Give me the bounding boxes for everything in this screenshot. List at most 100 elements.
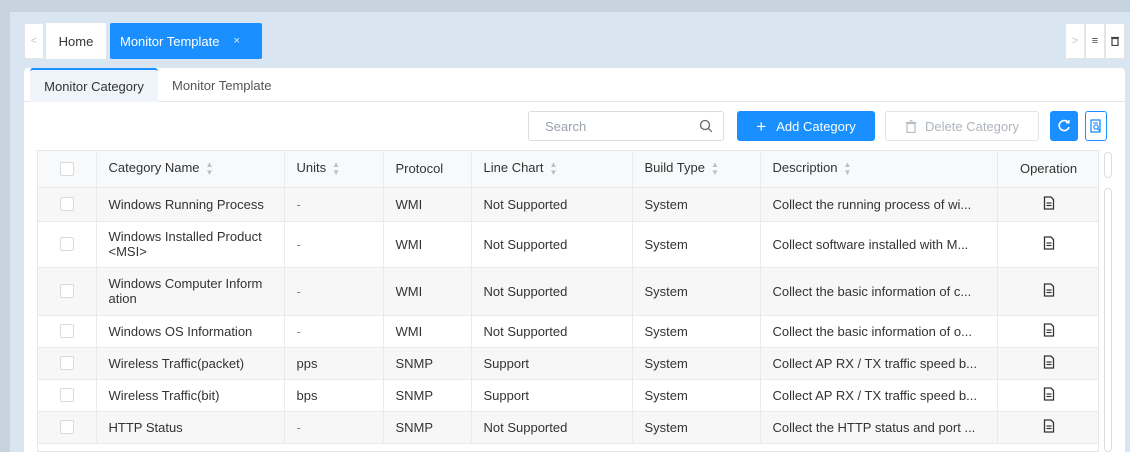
- refresh-button[interactable]: [1050, 111, 1078, 141]
- build-type-cell: System: [632, 315, 761, 348]
- build-type-cell: System: [632, 221, 761, 268]
- protocol-cell: SNMP: [383, 411, 472, 444]
- operation-cell: [997, 221, 1098, 268]
- document-icon[interactable]: [1043, 354, 1055, 369]
- line-chart-cell: Support: [471, 347, 633, 380]
- operation-cell: [997, 315, 1098, 348]
- column-header-operation: Operation: [997, 151, 1098, 188]
- search-input[interactable]: [539, 118, 689, 134]
- units-cell: -: [284, 267, 384, 316]
- operation-cell: [997, 347, 1098, 380]
- tab-home[interactable]: Home: [46, 23, 106, 59]
- operation-cell: [997, 379, 1098, 412]
- delete-category-button[interactable]: Delete Category: [885, 111, 1039, 141]
- row-checkbox[interactable]: [59, 388, 74, 402]
- subtab-monitor-category[interactable]: Monitor Category: [30, 68, 158, 102]
- row-checkbox-cell: [38, 379, 97, 412]
- line-chart-cell: Not Supported: [471, 315, 633, 348]
- delete-category-label: Delete Category: [925, 118, 1019, 134]
- table-row[interactable]: Windows OS Information - WMI Not Supported S…: [38, 315, 1098, 348]
- search-icon[interactable]: [699, 119, 713, 133]
- column-header-category-name[interactable]: Category Name ▲ ▼: [96, 151, 285, 188]
- units-cell: -: [284, 187, 384, 222]
- table-header-row: Category Name ▲ ▼ Units ▲ ▼ Protocol Line Ch…: [38, 151, 1098, 188]
- row-checkbox[interactable]: [59, 356, 74, 370]
- tab-controls: > ≡: [1065, 23, 1125, 59]
- tab-menu-button[interactable]: ≡: [1085, 23, 1105, 59]
- table-scrollbar[interactable]: [1104, 152, 1112, 452]
- scrollbar-top[interactable]: [1104, 152, 1112, 178]
- tab-scroll-left-button[interactable]: <: [24, 23, 44, 59]
- select-all-checkbox[interactable]: [59, 161, 74, 176]
- sort-icon[interactable]: ▲ ▼: [844, 161, 852, 177]
- build-type-cell: System: [632, 411, 761, 444]
- document-icon[interactable]: [1043, 235, 1055, 250]
- search-box[interactable]: [528, 111, 724, 141]
- category-name-cell: Wireless Traffic(bit): [96, 379, 285, 412]
- column-header-description[interactable]: Description ▲ ▼: [760, 151, 998, 188]
- row-checkbox-cell: [38, 267, 97, 316]
- row-checkbox[interactable]: [59, 420, 74, 434]
- protocol-cell: WMI: [383, 267, 472, 316]
- description-cell: Collect the running process of wi...: [760, 187, 998, 222]
- table-row[interactable]: Wireless Traffic(bit) bps SNMP Support Syste…: [38, 379, 1098, 412]
- sort-icon[interactable]: ▲ ▼: [332, 161, 340, 177]
- tab-monitor-template[interactable]: Monitor Template ×: [110, 23, 262, 59]
- tab-scroll-right-button[interactable]: >: [1065, 23, 1085, 59]
- protocol-cell: SNMP: [383, 379, 472, 412]
- column-header-units[interactable]: Units ▲ ▼: [284, 151, 384, 188]
- sort-icon[interactable]: ▲ ▼: [206, 161, 214, 177]
- document-icon[interactable]: [1043, 418, 1055, 433]
- table-row[interactable]: Windows Installed Product <MSI> - WMI Not S…: [38, 221, 1098, 268]
- scrollbar-thumb[interactable]: [1104, 188, 1112, 452]
- export-button[interactable]: [1085, 111, 1107, 141]
- row-checkbox[interactable]: [59, 237, 74, 251]
- sub-tab-bar: Monitor Category Monitor Template: [24, 68, 1125, 102]
- add-category-label: Add Category: [776, 118, 856, 134]
- row-checkbox-cell: [38, 315, 97, 348]
- document-icon[interactable]: [1043, 386, 1055, 401]
- units-cell: -: [284, 411, 384, 444]
- plus-icon: +: [756, 116, 767, 136]
- window-frame-top: [0, 0, 1130, 12]
- column-header-protocol: Protocol: [383, 151, 472, 188]
- description-cell: Collect the basic information of o...: [760, 315, 998, 348]
- operation-cell: [997, 267, 1098, 316]
- category-name-cell: Windows Installed Product <MSI>: [96, 221, 285, 268]
- document-icon[interactable]: [1043, 282, 1055, 297]
- row-checkbox[interactable]: [59, 324, 74, 338]
- category-name-cell: Wireless Traffic(packet): [96, 347, 285, 380]
- description-cell: Collect the basic information of c...: [760, 267, 998, 316]
- subtab-monitor-template[interactable]: Monitor Template: [172, 68, 271, 102]
- build-type-cell: System: [632, 267, 761, 316]
- build-type-cell: System: [632, 187, 761, 222]
- table-row[interactable]: HTTP Status - SNMP Not Supported System Colle…: [38, 411, 1098, 444]
- document-icon[interactable]: [1043, 322, 1055, 337]
- document-icon[interactable]: [1043, 195, 1055, 210]
- protocol-cell: WMI: [383, 187, 472, 222]
- table-row[interactable]: Windows Running Process - WMI Not Supported…: [38, 187, 1098, 222]
- refresh-icon: [1058, 119, 1070, 132]
- units-cell: -: [284, 315, 384, 348]
- description-cell: Collect AP RX / TX traffic speed b...: [760, 347, 998, 380]
- export-icon: [1090, 118, 1101, 133]
- line-chart-cell: Support: [471, 379, 633, 412]
- row-checkbox[interactable]: [59, 197, 74, 211]
- row-checkbox[interactable]: [59, 284, 74, 298]
- tab-close-icon[interactable]: ×: [233, 35, 239, 47]
- category-name-cell: Windows Computer Inform ation: [96, 267, 285, 316]
- column-header-build-type[interactable]: Build Type ▲ ▼: [632, 151, 761, 188]
- add-category-button[interactable]: + Add Category: [737, 111, 875, 141]
- trash-icon: [1111, 36, 1119, 46]
- close-tabs-button[interactable]: [1105, 23, 1125, 59]
- window-frame-left: [0, 0, 10, 452]
- build-type-cell: System: [632, 379, 761, 412]
- column-header-line-chart[interactable]: Line Chart ▲ ▼: [471, 151, 633, 188]
- select-all-cell: [38, 151, 97, 188]
- units-cell: pps: [284, 347, 384, 380]
- table-row[interactable]: Windows Computer Inform ation - WMI Not Sup…: [38, 267, 1098, 316]
- sort-icon[interactable]: ▲ ▼: [549, 161, 557, 177]
- operation-cell: [997, 187, 1098, 222]
- sort-icon[interactable]: ▲ ▼: [711, 161, 719, 177]
- table-row[interactable]: Wireless Traffic(packet) pps SNMP Support Sy…: [38, 347, 1098, 380]
